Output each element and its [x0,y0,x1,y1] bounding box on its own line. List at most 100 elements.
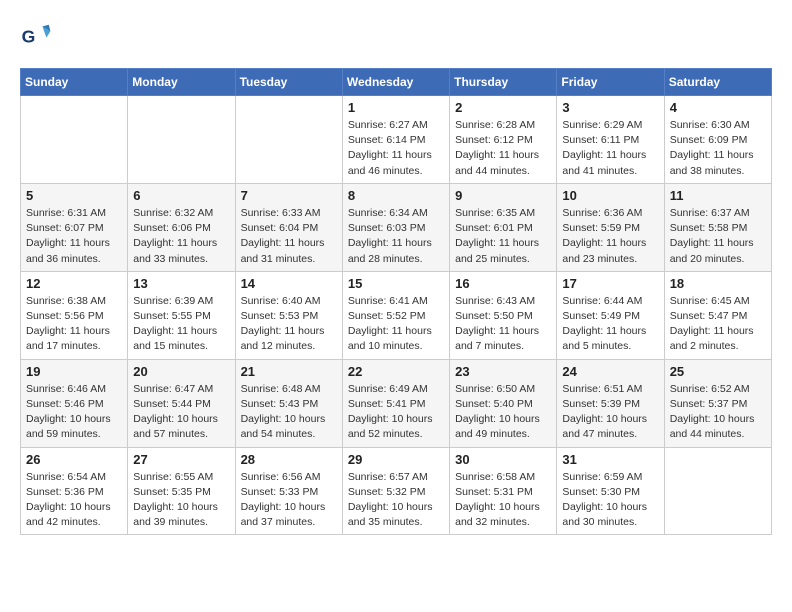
calendar-cell: 14 Sunrise: 6:40 AMSunset: 5:53 PMDayligh… [235,271,342,359]
calendar-week-row: 12 Sunrise: 6:38 AMSunset: 5:56 PMDayligh… [21,271,772,359]
day-number: 2 [455,100,551,115]
day-info: Sunrise: 6:51 AMSunset: 5:39 PMDaylight:… [562,382,658,443]
day-info: Sunrise: 6:39 AMSunset: 5:55 PMDaylight:… [133,294,229,355]
calendar-cell: 4 Sunrise: 6:30 AMSunset: 6:09 PMDaylight… [664,96,771,184]
day-number: 28 [241,452,337,467]
day-info: Sunrise: 6:40 AMSunset: 5:53 PMDaylight:… [241,294,337,355]
day-number: 1 [348,100,444,115]
day-number: 7 [241,188,337,203]
calendar-week-row: 5 Sunrise: 6:31 AMSunset: 6:07 PMDaylight… [21,183,772,271]
day-info: Sunrise: 6:46 AMSunset: 5:46 PMDaylight:… [26,382,122,443]
day-number: 12 [26,276,122,291]
day-info: Sunrise: 6:47 AMSunset: 5:44 PMDaylight:… [133,382,229,443]
calendar-cell: 22 Sunrise: 6:49 AMSunset: 5:41 PMDayligh… [342,359,449,447]
day-number: 29 [348,452,444,467]
calendar-cell: 13 Sunrise: 6:39 AMSunset: 5:55 PMDayligh… [128,271,235,359]
day-info: Sunrise: 6:28 AMSunset: 6:12 PMDaylight:… [455,118,551,179]
logo-icon: G [20,20,52,52]
calendar-cell: 7 Sunrise: 6:33 AMSunset: 6:04 PMDaylight… [235,183,342,271]
day-info: Sunrise: 6:41 AMSunset: 5:52 PMDaylight:… [348,294,444,355]
day-info: Sunrise: 6:52 AMSunset: 5:37 PMDaylight:… [670,382,766,443]
day-number: 13 [133,276,229,291]
weekday-header: Thursday [450,69,557,96]
calendar-cell: 21 Sunrise: 6:48 AMSunset: 5:43 PMDayligh… [235,359,342,447]
calendar-cell [664,447,771,535]
weekday-header: Tuesday [235,69,342,96]
calendar-cell: 17 Sunrise: 6:44 AMSunset: 5:49 PMDayligh… [557,271,664,359]
calendar-cell: 15 Sunrise: 6:41 AMSunset: 5:52 PMDayligh… [342,271,449,359]
day-info: Sunrise: 6:33 AMSunset: 6:04 PMDaylight:… [241,206,337,267]
calendar-table: SundayMondayTuesdayWednesdayThursdayFrid… [20,68,772,535]
calendar-cell [235,96,342,184]
calendar-cell: 2 Sunrise: 6:28 AMSunset: 6:12 PMDaylight… [450,96,557,184]
page-header: G [20,20,772,52]
calendar-cell: 26Sunrise: 6:54 AMSunset: 5:36 PMDayligh… [21,447,128,535]
calendar-cell: 5 Sunrise: 6:31 AMSunset: 6:07 PMDaylight… [21,183,128,271]
day-info: Sunrise: 6:32 AMSunset: 6:06 PMDaylight:… [133,206,229,267]
calendar-cell: 24 Sunrise: 6:51 AMSunset: 5:39 PMDayligh… [557,359,664,447]
calendar-cell [128,96,235,184]
calendar-cell: 18Sunrise: 6:45 AMSunset: 5:47 PMDayligh… [664,271,771,359]
calendar-cell: 20 Sunrise: 6:47 AMSunset: 5:44 PMDayligh… [128,359,235,447]
day-info: Sunrise: 6:35 AMSunset: 6:01 PMDaylight:… [455,206,551,267]
calendar-cell: 8 Sunrise: 6:34 AMSunset: 6:03 PMDaylight… [342,183,449,271]
calendar-cell: 1 Sunrise: 6:27 AMSunset: 6:14 PMDaylight… [342,96,449,184]
weekday-header: Saturday [664,69,771,96]
day-number: 11 [670,188,766,203]
day-number: 14 [241,276,337,291]
weekday-header: Monday [128,69,235,96]
day-info: Sunrise: 6:30 AMSunset: 6:09 PMDaylight:… [670,118,766,179]
calendar-week-row: 1 Sunrise: 6:27 AMSunset: 6:14 PMDaylight… [21,96,772,184]
calendar-cell: 30 Sunrise: 6:58 AMSunset: 5:31 PMDayligh… [450,447,557,535]
day-number: 17 [562,276,658,291]
day-number: 5 [26,188,122,203]
calendar-cell: 16 Sunrise: 6:43 AMSunset: 5:50 PMDayligh… [450,271,557,359]
calendar-week-row: 26Sunrise: 6:54 AMSunset: 5:36 PMDayligh… [21,447,772,535]
day-info: Sunrise: 6:29 AMSunset: 6:11 PMDaylight:… [562,118,658,179]
day-number: 22 [348,364,444,379]
day-info: Sunrise: 6:34 AMSunset: 6:03 PMDaylight:… [348,206,444,267]
day-info: Sunrise: 6:49 AMSunset: 5:41 PMDaylight:… [348,382,444,443]
day-number: 20 [133,364,229,379]
day-number: 27 [133,452,229,467]
svg-text:G: G [22,26,36,46]
calendar-cell: 27 Sunrise: 6:55 AMSunset: 5:35 PMDayligh… [128,447,235,535]
day-info: Sunrise: 6:57 AMSunset: 5:32 PMDaylight:… [348,470,444,531]
day-info: Sunrise: 6:48 AMSunset: 5:43 PMDaylight:… [241,382,337,443]
day-number: 3 [562,100,658,115]
day-number: 15 [348,276,444,291]
calendar-cell: 31 Sunrise: 6:59 AMSunset: 5:30 PMDayligh… [557,447,664,535]
day-info: Sunrise: 6:43 AMSunset: 5:50 PMDaylight:… [455,294,551,355]
day-number: 4 [670,100,766,115]
day-number: 24 [562,364,658,379]
day-number: 19 [26,364,122,379]
calendar-cell: 6Sunrise: 6:32 AMSunset: 6:06 PMDaylight… [128,183,235,271]
day-info: Sunrise: 6:37 AMSunset: 5:58 PMDaylight:… [670,206,766,267]
day-info: Sunrise: 6:31 AMSunset: 6:07 PMDaylight:… [26,206,122,267]
day-info: Sunrise: 6:56 AMSunset: 5:33 PMDaylight:… [241,470,337,531]
day-info: Sunrise: 6:58 AMSunset: 5:31 PMDaylight:… [455,470,551,531]
calendar-cell: 23Sunrise: 6:50 AMSunset: 5:40 PMDayligh… [450,359,557,447]
calendar-cell: 25Sunrise: 6:52 AMSunset: 5:37 PMDayligh… [664,359,771,447]
day-number: 8 [348,188,444,203]
day-number: 16 [455,276,551,291]
day-number: 30 [455,452,551,467]
day-number: 18 [670,276,766,291]
day-info: Sunrise: 6:27 AMSunset: 6:14 PMDaylight:… [348,118,444,179]
calendar-week-row: 19 Sunrise: 6:46 AMSunset: 5:46 PMDayligh… [21,359,772,447]
day-info: Sunrise: 6:55 AMSunset: 5:35 PMDaylight:… [133,470,229,531]
day-number: 26 [26,452,122,467]
weekday-header: Wednesday [342,69,449,96]
day-info: Sunrise: 6:38 AMSunset: 5:56 PMDaylight:… [26,294,122,355]
calendar-cell: 19 Sunrise: 6:46 AMSunset: 5:46 PMDayligh… [21,359,128,447]
calendar-cell: 28 Sunrise: 6:56 AMSunset: 5:33 PMDayligh… [235,447,342,535]
calendar-cell: 9Sunrise: 6:35 AMSunset: 6:01 PMDaylight… [450,183,557,271]
day-number: 31 [562,452,658,467]
weekday-header: Friday [557,69,664,96]
calendar-cell [21,96,128,184]
calendar-cell: 12 Sunrise: 6:38 AMSunset: 5:56 PMDayligh… [21,271,128,359]
weekday-header: Sunday [21,69,128,96]
day-info: Sunrise: 6:59 AMSunset: 5:30 PMDaylight:… [562,470,658,531]
day-info: Sunrise: 6:44 AMSunset: 5:49 PMDaylight:… [562,294,658,355]
day-number: 21 [241,364,337,379]
